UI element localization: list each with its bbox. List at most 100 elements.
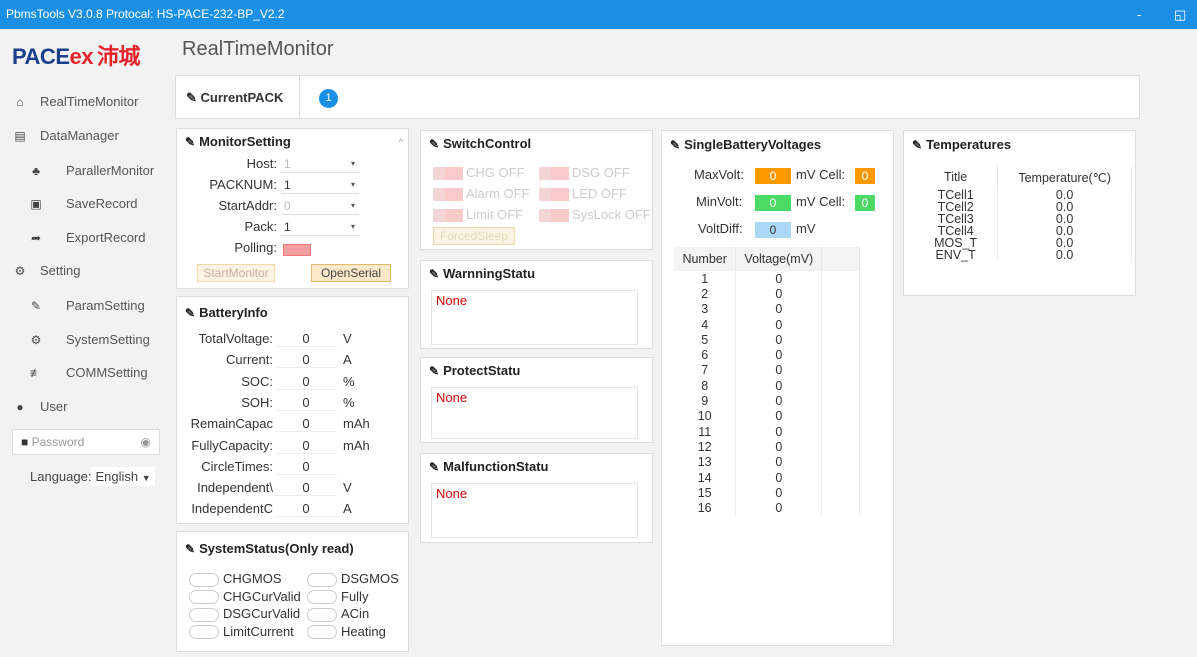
system-status-indicator: ACin — [307, 606, 369, 622]
warning-status-value: None — [431, 290, 638, 345]
voltages-table: Number Voltage(mV) 1 0 2 0 3 0 4 0 5 0 6 0 7 0 8 0 9 0 10 0… — [674, 247, 860, 516]
home-icon: ⌂ — [16, 95, 24, 109]
pack-select[interactable]: 1 ▾ — [281, 218, 359, 236]
battery-info-unit: V — [343, 331, 352, 346]
cell-blank — [821, 332, 860, 348]
cell-blank — [821, 271, 860, 287]
cell-number: 2 — [674, 286, 737, 302]
lock-icon: ■ — [21, 435, 29, 449]
cell-voltage: 0 — [735, 362, 823, 379]
battery-info-unit: mAh — [343, 437, 370, 453]
tab-currentpack[interactable]: ✎ CurrentPACK — [176, 76, 300, 119]
main-content: ✎ CurrentPACK 1 ✎ MonitorSetting ^ Host: … — [172, 73, 1197, 657]
cell-blank — [821, 454, 860, 470]
table-row: 12 0 — [674, 439, 860, 455]
host-select[interactable]: 1 ▾ — [281, 155, 359, 173]
restore-button[interactable]: ◱ — [1174, 0, 1186, 29]
alarm-switch[interactable]: Alarm OFF — [433, 186, 530, 202]
gear-icon: ⚙ — [14, 264, 26, 278]
system-status-indicator: CHGMOS — [189, 571, 282, 587]
chevron-down-icon: ▼ — [141, 473, 151, 483]
startaddr-select[interactable]: 0 ▾ — [281, 197, 359, 215]
cell-number: 15 — [674, 485, 737, 501]
battery-info-unit: V — [343, 480, 352, 496]
plug-icon: ✎ — [185, 135, 196, 149]
table-row: 20 — [674, 286, 860, 302]
battery-info-label: IndependentC — [191, 501, 273, 517]
syslock-switch[interactable]: SysLock OFF — [539, 207, 652, 223]
system-status-panel: ✎ SystemStatus(Only read) CHGMOS DSGMOS CHG… — [176, 531, 409, 652]
save-icon: ▣ — [30, 197, 42, 211]
warning-status-panel: ✎ WarnningStatu None — [420, 260, 653, 349]
temperatures-table: Title Temperature(℃) TCell1 0.0 TCell2 0.0 T… — [914, 165, 1132, 261]
cell-blank — [821, 423, 860, 440]
open-serial-button[interactable]: OpenSerial — [311, 264, 391, 282]
header: PACEex 沛城 RealTimeMonitor — [0, 29, 1197, 73]
password-field[interactable]: ■ Password ◉ — [12, 429, 160, 455]
battery-info-label: SOH: — [241, 394, 273, 410]
battery-info-value: 0 — [275, 394, 337, 411]
cell-number: 10 — [674, 408, 737, 424]
table-row: 14 0 — [674, 469, 860, 486]
max-cell-label: mV Cell: — [796, 167, 846, 182]
pack-badge[interactable]: 1 — [319, 89, 338, 108]
table-row: 60 — [674, 347, 860, 363]
host-label: Host: — [246, 156, 277, 171]
switch-control-panel: ✎ SwitchControl CHG OFF DSG OFF Alarm OFF… — [420, 130, 653, 250]
minimize-button[interactable]: - — [1137, 0, 1141, 29]
collapse-icon[interactable]: ^ — [399, 137, 403, 147]
volt-diff-label: VoltDiff: — [698, 221, 743, 236]
cell-number: 3 — [674, 301, 737, 317]
plug-icon: ✎ — [185, 306, 196, 320]
battery-info-unit: % — [343, 373, 355, 389]
cell-voltage: 0 — [735, 439, 823, 455]
share-icon: ➦ — [30, 231, 42, 245]
toggle-icon — [189, 625, 219, 640]
system-status-indicator: DSGMOS — [307, 571, 399, 587]
cell-blank — [821, 393, 860, 409]
table-row: 10 0 — [674, 408, 860, 424]
panel-title: Temperatures — [926, 137, 1012, 152]
battery-info-value: 0 — [275, 373, 337, 390]
chg-switch[interactable]: CHG OFF — [433, 165, 525, 181]
single-voltages-panel: ✎ SingleBatteryVoltages MaxVolt: 0 mV Cel… — [661, 130, 894, 646]
polling-label: Polling: — [234, 240, 277, 255]
cell-voltage: 0 — [735, 286, 823, 302]
polling-toggle[interactable] — [283, 241, 311, 256]
cell-number: 12 — [674, 439, 737, 455]
cell-blank — [821, 485, 860, 501]
led-switch[interactable]: LED OFF — [539, 186, 627, 202]
table-row: 70 — [674, 362, 860, 379]
wrench-icon: ✎ — [30, 299, 42, 313]
forced-sleep-button[interactable]: ForcedSleep — [433, 227, 515, 245]
limit-switch[interactable]: Limit OFF — [433, 207, 523, 223]
cell-blank — [821, 378, 860, 394]
panel-title: BatteryInfo — [199, 305, 268, 320]
plug-icon: ✎ — [429, 137, 440, 151]
start-monitor-button[interactable]: StartMonitor — [197, 264, 275, 282]
packnum-select[interactable]: 1 ▾ — [281, 176, 359, 194]
logo: PACEex 沛城 — [12, 44, 141, 69]
battery-info-unit: A — [343, 501, 352, 517]
col-temperature: Temperature(℃) — [997, 165, 1132, 189]
table-row: 15 0 — [674, 485, 860, 501]
pack-label: Pack: — [244, 219, 277, 234]
title-bar: PbmsTools V3.0.8 Protocal: HS-PACE-232-B… — [0, 0, 1197, 29]
eye-icon[interactable]: ◉ — [141, 430, 151, 454]
battery-info-value: 0 — [275, 331, 337, 347]
cell-voltage: 0 — [735, 347, 823, 363]
cell-blank — [821, 500, 860, 516]
panel-title: SwitchControl — [443, 136, 532, 151]
panel-title: MonitorSetting — [199, 134, 291, 149]
dsg-switch[interactable]: DSG OFF — [539, 165, 630, 181]
table-row: 30 — [674, 301, 860, 317]
cell-blank — [821, 301, 860, 317]
col-title: Title — [914, 165, 999, 189]
language-selector[interactable]: Language: English ▼ — [30, 467, 155, 486]
cell-number: 1 — [674, 271, 737, 287]
cell-number: 9 — [674, 393, 737, 409]
plug-icon: ✎ — [912, 138, 923, 152]
packnum-label: PACKNUM: — [209, 177, 277, 192]
protect-status-value: None — [431, 387, 638, 439]
min-volt-label: MinVolt: — [696, 194, 743, 209]
